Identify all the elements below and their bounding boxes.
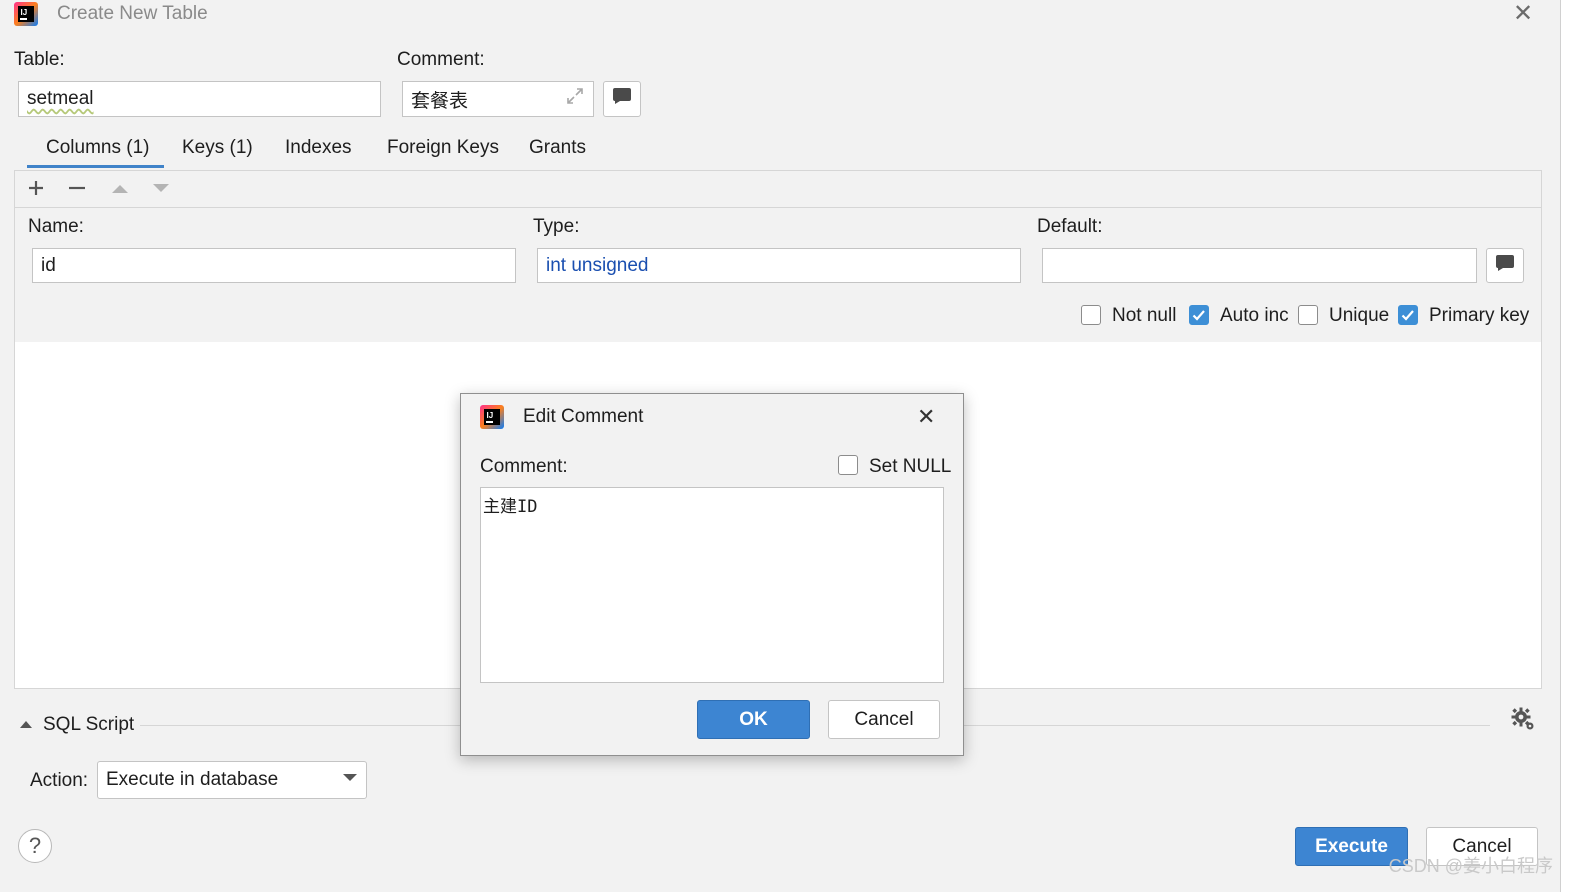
app-logo-icon: IJ	[14, 2, 38, 26]
dialog-title: Edit Comment	[523, 406, 644, 427]
dialog-comment-label: Comment:	[480, 456, 568, 477]
auto-inc-checkbox[interactable]	[1189, 305, 1209, 325]
background-window-edge	[1560, 0, 1581, 892]
action-label: Action:	[30, 770, 89, 791]
tab-keys[interactable]: Keys (1)	[182, 137, 253, 161]
active-tab-indicator	[27, 165, 164, 168]
column-name-input[interactable]: id	[32, 248, 516, 283]
plus-icon[interactable]	[26, 178, 46, 204]
action-value: Execute in database	[106, 769, 279, 790]
minus-icon[interactable]	[67, 178, 87, 204]
comment-bubble-icon	[1495, 254, 1515, 278]
edit-comment-dialog: IJ Edit Comment ✕ Comment: Set NULL 主建ID…	[460, 393, 964, 756]
collapse-triangle-icon[interactable]	[19, 715, 33, 737]
dialog-comment-textarea[interactable]: 主建ID	[480, 487, 944, 683]
table-comment-value: 套餐表	[411, 90, 469, 112]
sql-script-label[interactable]: SQL Script	[43, 714, 134, 736]
table-name-value: setmeal	[27, 88, 94, 109]
expand-icon[interactable]	[565, 86, 585, 112]
check-icon	[1401, 310, 1414, 321]
watermark: CSDN @姜小白程序	[1388, 856, 1553, 876]
window-close-icon[interactable]: ✕	[1513, 2, 1533, 26]
not-null-label: Not null	[1112, 305, 1177, 326]
set-null-label: Set NULL	[869, 456, 952, 477]
column-type-value: int unsigned	[546, 254, 649, 276]
unique-label: Unique	[1329, 305, 1390, 326]
chevron-down-icon	[342, 769, 358, 791]
primary-key-checkbox[interactable]	[1398, 305, 1418, 325]
dialog-ok-button[interactable]: OK	[697, 700, 810, 739]
comment-bubble-icon	[612, 87, 632, 111]
window-title: Create New Table	[57, 3, 208, 24]
gear-icon[interactable]	[1510, 706, 1536, 738]
edit-comment-button[interactable]	[603, 81, 641, 117]
column-default-input[interactable]	[1042, 248, 1477, 283]
help-button[interactable]: ?	[18, 829, 52, 863]
set-null-checkbox[interactable]	[838, 455, 858, 475]
dialog-cancel-button[interactable]: Cancel	[828, 700, 940, 739]
auto-inc-label: Auto inc	[1220, 305, 1289, 326]
arrow-down-icon[interactable]	[151, 178, 171, 204]
arrow-up-icon[interactable]	[110, 178, 130, 204]
svg-text:IJ: IJ	[487, 411, 494, 420]
column-type-label: Type:	[533, 216, 580, 237]
not-null-checkbox[interactable]	[1081, 305, 1101, 325]
column-type-input[interactable]: int unsigned	[537, 248, 1021, 283]
column-name-label: Name:	[28, 216, 84, 237]
question-mark-icon: ?	[28, 833, 42, 858]
primary-key-label: Primary key	[1429, 305, 1530, 326]
dialog-app-logo-icon: IJ	[480, 405, 504, 429]
toolbar-divider	[15, 207, 1541, 208]
column-name-value: id	[41, 254, 56, 276]
table-label: Table:	[14, 49, 65, 70]
action-select[interactable]: Execute in database	[97, 761, 367, 799]
comment-label: Comment:	[397, 49, 485, 70]
unique-checkbox[interactable]	[1298, 305, 1318, 325]
tab-columns[interactable]: Columns (1)	[46, 137, 149, 161]
table-name-input[interactable]: setmeal	[18, 81, 381, 117]
column-default-label: Default:	[1037, 216, 1103, 237]
tab-indexes[interactable]: Indexes	[285, 137, 352, 161]
table-comment-input[interactable]: 套餐表	[402, 81, 594, 117]
svg-text:IJ: IJ	[21, 8, 28, 17]
dialog-close-icon[interactable]: ✕	[917, 405, 935, 429]
default-comment-button[interactable]	[1486, 248, 1524, 283]
tab-grants[interactable]: Grants	[529, 137, 586, 161]
check-icon	[1192, 310, 1205, 321]
dialog-comment-text: 主建ID	[483, 497, 538, 517]
tab-foreign-keys[interactable]: Foreign Keys	[387, 137, 499, 161]
